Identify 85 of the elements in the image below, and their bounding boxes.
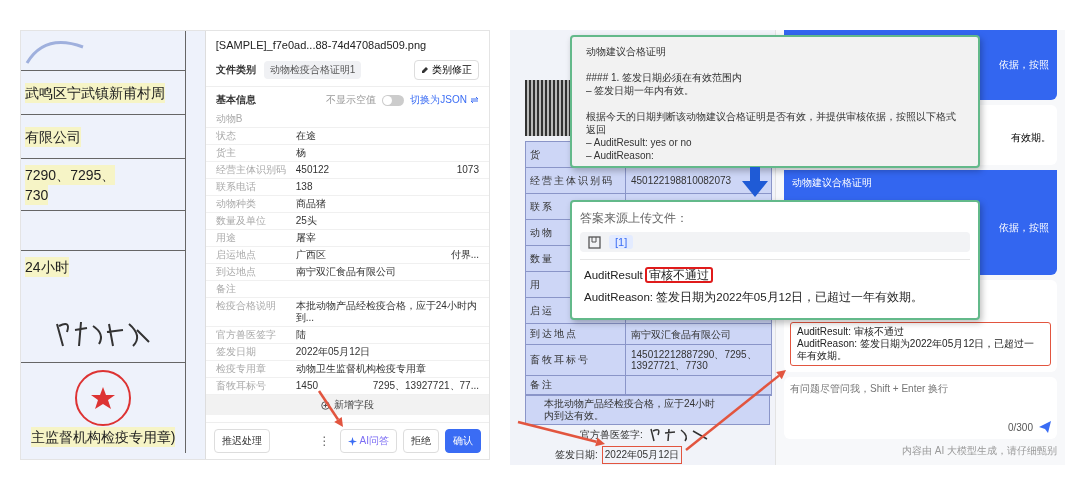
field-label: 用途 bbox=[215, 232, 237, 244]
field-label: 联系电话 bbox=[215, 181, 257, 193]
field-value: 屠宰 bbox=[295, 232, 316, 244]
table-value: 南宁双汇食品有限公司 bbox=[631, 328, 731, 340]
add-field-button[interactable]: 新增字段 bbox=[205, 395, 489, 415]
json-switch-link[interactable]: 切换为JSON bbox=[410, 93, 479, 107]
field-value: 杨 bbox=[295, 147, 306, 159]
document-text: 有限公司 bbox=[25, 126, 81, 147]
char-counter: 0/300 bbox=[1007, 421, 1033, 433]
note-text: 本批动物产品经检疫合格，应于24小时内到达有效。 bbox=[544, 398, 716, 422]
prompt-line: #### 1. 签发日期必须在有效范围内 bbox=[586, 71, 744, 84]
field-value: 7295、13927721、77... bbox=[372, 380, 479, 392]
prompt-line: – 签发日期一年内有效。 bbox=[586, 84, 696, 97]
table-value: 450122198810082073 bbox=[631, 175, 732, 187]
result-line: AuditReason: 签发日期为2022年05月12日，已超过一年有效期。 bbox=[797, 338, 1036, 362]
result-value: 审核不通过 bbox=[644, 267, 713, 283]
table-label: 备注 bbox=[526, 376, 626, 395]
field-label: 启运地点 bbox=[215, 249, 257, 261]
document-text: 7290、7295、 bbox=[25, 164, 116, 185]
message-text: 依据，按照 bbox=[999, 58, 1049, 72]
field-value: 1073 bbox=[456, 164, 479, 176]
field-label: 检疫合格说明 bbox=[215, 300, 277, 313]
document-text: 武鸣区宁武镇新甫村周 bbox=[25, 82, 165, 103]
field-label: 到达地点 bbox=[215, 266, 257, 278]
field-value: 1450 bbox=[295, 380, 319, 392]
table-label: 到达地点 bbox=[526, 324, 626, 345]
field-value: 陆 bbox=[295, 329, 306, 341]
field-label: 备注 bbox=[215, 283, 237, 295]
field-value: 138 bbox=[295, 181, 313, 193]
message-text: 依据，按照 bbox=[999, 221, 1049, 235]
section-title: 基本信息 bbox=[215, 93, 256, 107]
field-label: 状态 bbox=[215, 130, 237, 142]
field-label: 检疫专用章 bbox=[215, 363, 267, 375]
field-label: 数量及单位 bbox=[215, 215, 267, 227]
document-text: 24小时 bbox=[25, 257, 69, 277]
category-tag: 动物检疫合格证明1 bbox=[263, 61, 362, 79]
plus-circle-icon bbox=[320, 400, 330, 410]
reject-button[interactable]: 拒绝 bbox=[403, 429, 439, 453]
message-text: 有效期。 bbox=[1011, 131, 1051, 145]
result-line: AuditResult: 审核不通过 bbox=[797, 326, 905, 338]
send-icon[interactable] bbox=[1039, 421, 1051, 433]
file-name: [SAMPLE]_f7e0ad...88-74d4708ad509.png bbox=[214, 38, 428, 53]
field-value: 南宁双汇食品有限公司 bbox=[295, 266, 396, 278]
sparkle-icon bbox=[347, 436, 357, 446]
field-label: 动物B bbox=[215, 113, 244, 125]
prompt-line: 动物建议合格证明 bbox=[586, 45, 667, 58]
hide-empty-label: 不显示空值 bbox=[326, 93, 377, 107]
pencil-icon bbox=[421, 66, 429, 74]
field-value: 付界... bbox=[450, 249, 479, 261]
field-label: 货主 bbox=[215, 147, 237, 159]
field-value: 动物卫生监督机构检疫专用章 bbox=[295, 363, 426, 375]
confirm-button[interactable]: 确认 bbox=[445, 429, 481, 453]
disclaimer-text: 内容由 AI 大模型生成，请仔细甄别 bbox=[901, 444, 1057, 458]
prompt-line: 根据今天的日期判断该动物建议合格证明是否有效，并提供审核依据，按照以下格式返回 bbox=[586, 110, 957, 136]
field-value: 在途 bbox=[295, 130, 316, 142]
signature-drawing bbox=[648, 426, 709, 443]
category-label: 文件类别 bbox=[215, 63, 256, 77]
table-label: 畜牧耳标号 bbox=[526, 345, 626, 376]
chat-input-field[interactable]: 有问题尽管问我，Shift + Enter 换行 bbox=[790, 383, 1051, 394]
document-text: 主监督机构检疫专用章) bbox=[30, 427, 176, 447]
document-text: 730 bbox=[25, 184, 49, 205]
field-value: 本批动物产品经检疫合格，应于24小时内到... bbox=[295, 300, 478, 324]
field-value: 广西区 bbox=[295, 249, 326, 261]
file-icon bbox=[588, 235, 601, 249]
field-value: 商品猪 bbox=[295, 198, 326, 210]
field-label: 经营主体识别码 bbox=[215, 164, 287, 176]
category-fix-button[interactable]: 类别修正 bbox=[414, 60, 479, 80]
swap-icon bbox=[470, 96, 479, 104]
defer-button[interactable]: 推迟处理 bbox=[213, 429, 270, 453]
field-label: 动物种类 bbox=[215, 198, 257, 210]
table-value: 145012212887290、7295、13927721、7730 bbox=[631, 349, 758, 372]
field-value: 450122 bbox=[295, 164, 330, 176]
issue-date-label: 签发日期: bbox=[555, 447, 598, 462]
hide-empty-toggle[interactable] bbox=[382, 94, 405, 106]
message-title: 动物建议合格证明 bbox=[792, 176, 872, 190]
issue-date-value: 2022年05月12日 bbox=[601, 445, 683, 464]
field-value: 2022年05月12日 bbox=[295, 346, 371, 358]
field-label: 畜牧耳标号 bbox=[215, 380, 267, 392]
field-label: 官方兽医签字 bbox=[215, 329, 277, 341]
field-label: 签发日期 bbox=[215, 346, 257, 358]
down-arrow-icon bbox=[742, 167, 768, 197]
ai-qa-button[interactable]: AI问答 bbox=[339, 429, 397, 453]
field-value: 25头 bbox=[295, 215, 317, 227]
citation-link[interactable]: [1] bbox=[609, 235, 634, 249]
more-icon[interactable]: ⋮ bbox=[315, 434, 334, 448]
